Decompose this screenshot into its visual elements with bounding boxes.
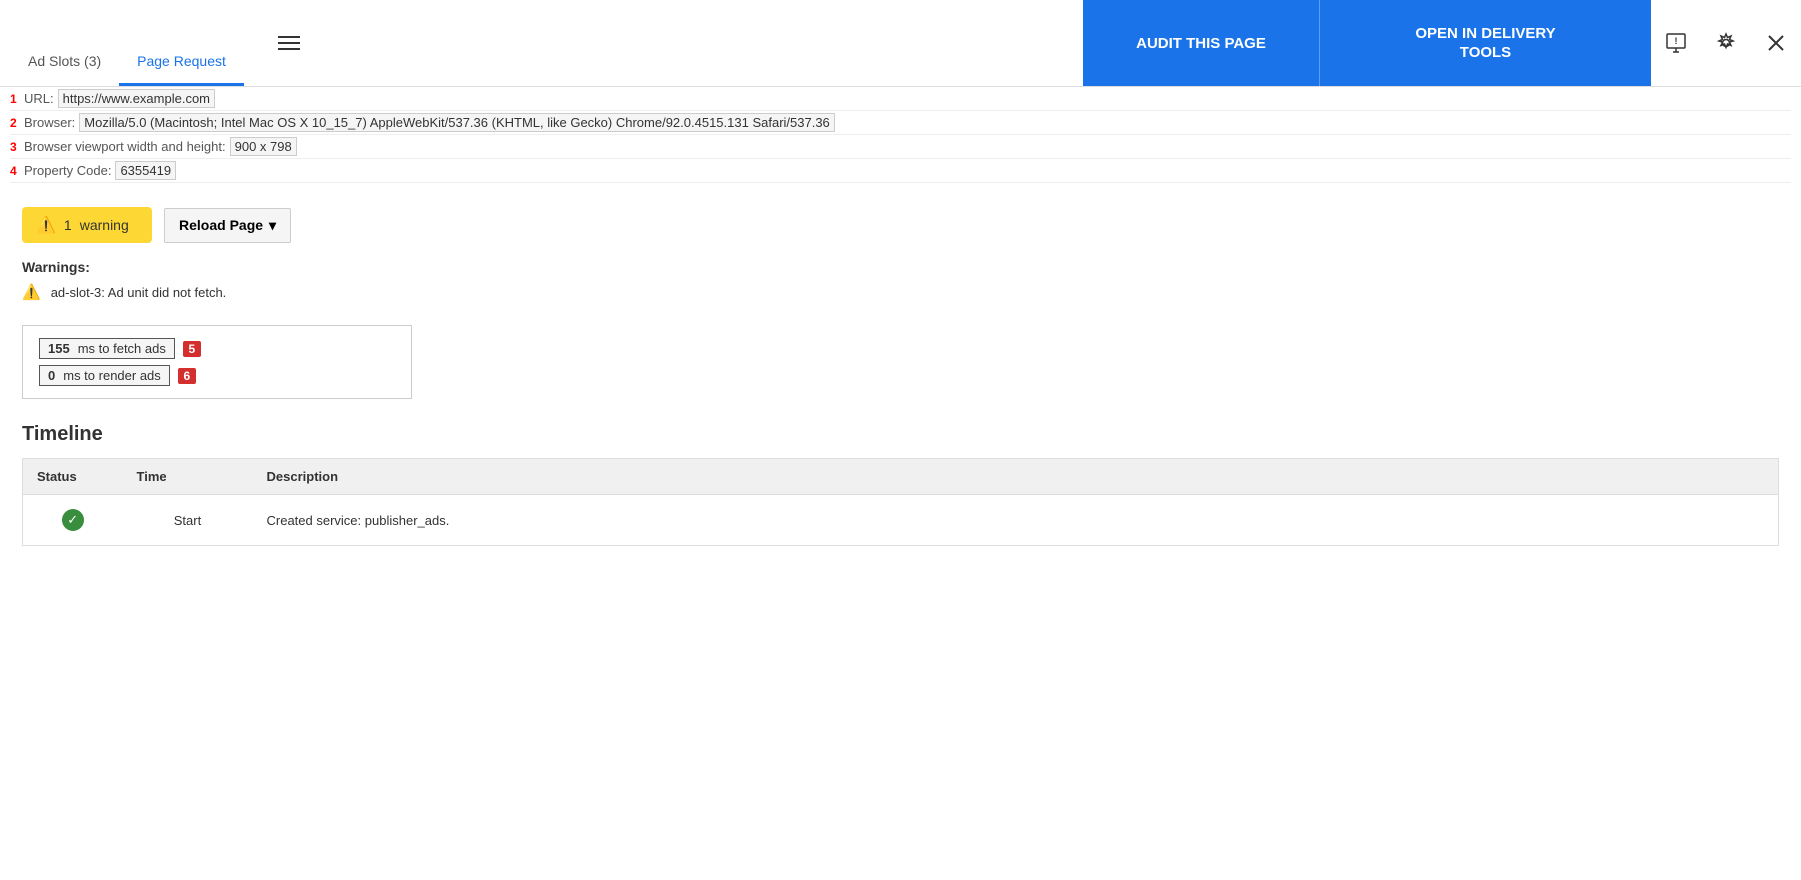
fetch-badge: 5 bbox=[183, 341, 201, 357]
feedback-icon: ! bbox=[1665, 32, 1687, 54]
warning-area: ⚠️ 1 warning Reload Page ▾ bbox=[22, 207, 1779, 243]
tabs-container: Ad Slots (3) Page Request bbox=[0, 0, 254, 86]
timeline-desc-0: Created service: publisher_ads. bbox=[253, 495, 1779, 546]
timeline-section: Timeline Status Time Description ✓ Start… bbox=[22, 423, 1779, 546]
reload-page-label: Reload Page bbox=[179, 217, 263, 233]
timeline-thead: Status Time Description bbox=[23, 459, 1779, 495]
row-num-4: 4 bbox=[10, 164, 22, 178]
col-header-description: Description bbox=[253, 459, 1779, 495]
render-ms-num: 0 bbox=[48, 368, 55, 383]
timeline-table: Status Time Description ✓ Start Created … bbox=[22, 458, 1779, 546]
reload-page-button[interactable]: Reload Page ▾ bbox=[164, 208, 291, 243]
stats-fetch-row: 155 ms to fetch ads 5 bbox=[39, 338, 395, 359]
timeline-tbody: ✓ Start Created service: publisher_ads. bbox=[23, 495, 1779, 546]
warning-badge: ⚠️ 1 warning bbox=[22, 207, 152, 243]
warning-label: warning bbox=[80, 217, 129, 233]
reload-page-chevron-icon: ▾ bbox=[269, 217, 276, 234]
stats-render-inner: 0 ms to render ads bbox=[39, 365, 170, 386]
property-value: 6355419 bbox=[115, 161, 176, 180]
green-check-icon: ✓ bbox=[62, 509, 84, 531]
info-row-viewport: 3 Browser viewport width and height: 900… bbox=[10, 135, 1791, 159]
feedback-icon-button[interactable]: ! bbox=[1651, 0, 1701, 86]
property-label: Property Code: bbox=[24, 163, 111, 178]
settings-icon-button[interactable] bbox=[1701, 0, 1751, 86]
viewport-label: Browser viewport width and height: bbox=[24, 139, 226, 154]
menu-icon-button[interactable] bbox=[264, 0, 314, 86]
tab-ad-slots[interactable]: Ad Slots (3) bbox=[10, 43, 119, 86]
warning-item-0: ⚠️ ad-slot-3: Ad unit did not fetch. bbox=[22, 283, 1779, 301]
warnings-title: Warnings: bbox=[22, 259, 1779, 275]
row-num-2: 2 bbox=[10, 116, 22, 130]
header: Ad Slots (3) Page Request AUDIT THIS PAG… bbox=[0, 0, 1801, 87]
stats-box: 155 ms to fetch ads 5 0 ms to render ads… bbox=[22, 325, 412, 399]
info-row-url: 1 URL: https://www.example.com bbox=[10, 87, 1791, 111]
info-row-browser: 2 Browser: Mozilla/5.0 (Macintosh; Intel… bbox=[10, 111, 1791, 135]
audit-this-page-button[interactable]: AUDIT THIS PAGE bbox=[1083, 0, 1319, 86]
stats-render-row: 0 ms to render ads 6 bbox=[39, 365, 395, 386]
url-label: URL: bbox=[24, 91, 54, 106]
col-header-time: Time bbox=[123, 459, 253, 495]
stats-fetch-inner: 155 ms to fetch ads bbox=[39, 338, 175, 359]
hamburger-icon bbox=[278, 36, 300, 50]
render-ms-label: ms to render ads bbox=[63, 368, 161, 383]
browser-label: Browser: bbox=[24, 115, 75, 130]
delivery-button-line2: TOOLS bbox=[1460, 44, 1511, 61]
col-header-status: Status bbox=[23, 459, 123, 495]
url-value: https://www.example.com bbox=[58, 89, 215, 108]
warning-badge-icon: ⚠️ bbox=[36, 215, 56, 235]
header-actions: AUDIT THIS PAGE OPEN IN DELIVERY TOOLS ! bbox=[1083, 0, 1801, 86]
fetch-ms-num: 155 bbox=[48, 341, 70, 356]
row-num-1: 1 bbox=[10, 92, 22, 106]
gear-icon bbox=[1715, 32, 1737, 54]
timeline-status-0: ✓ bbox=[23, 495, 123, 546]
close-icon bbox=[1767, 34, 1785, 52]
timeline-header-row: Status Time Description bbox=[23, 459, 1779, 495]
svg-text:!: ! bbox=[1675, 36, 1678, 46]
viewport-value: 900 x 798 bbox=[230, 137, 297, 156]
close-icon-button[interactable] bbox=[1751, 0, 1801, 86]
tab-page-request[interactable]: Page Request bbox=[119, 43, 244, 86]
info-row-property: 4 Property Code: 6355419 bbox=[10, 159, 1791, 183]
timeline-row-0: ✓ Start Created service: publisher_ads. bbox=[23, 495, 1779, 546]
timeline-time-0: Start bbox=[123, 495, 253, 546]
warning-count: 1 bbox=[64, 217, 72, 233]
browser-value: Mozilla/5.0 (Macintosh; Intel Mac OS X 1… bbox=[79, 113, 835, 132]
fetch-ms-label: ms to fetch ads bbox=[78, 341, 166, 356]
timeline-title: Timeline bbox=[22, 423, 1779, 446]
info-rows: 1 URL: https://www.example.com 2 Browser… bbox=[10, 87, 1791, 183]
open-delivery-tools-button[interactable]: OPEN IN DELIVERY TOOLS bbox=[1319, 0, 1651, 86]
delivery-button-line1: OPEN IN DELIVERY bbox=[1415, 25, 1555, 42]
row-num-3: 3 bbox=[10, 140, 22, 154]
warnings-section: Warnings: ⚠️ ad-slot-3: Ad unit did not … bbox=[22, 259, 1779, 301]
warning-item-text: ad-slot-3: Ad unit did not fetch. bbox=[51, 285, 227, 300]
render-badge: 6 bbox=[178, 368, 196, 384]
warning-item-icon: ⚠️ bbox=[22, 283, 41, 301]
content-area: 1 URL: https://www.example.com 2 Browser… bbox=[0, 87, 1801, 546]
